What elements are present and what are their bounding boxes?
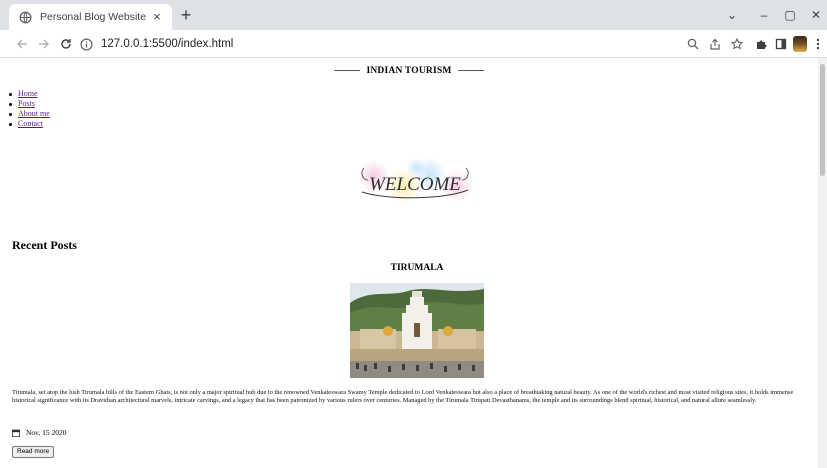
minimize-button[interactable]: – [754, 6, 774, 24]
tab-search-dropdown-icon[interactable]: ⌄ [722, 6, 742, 24]
back-button[interactable] [12, 34, 32, 54]
arrow-right-icon [39, 39, 49, 49]
read-more-button[interactable]: Read more [12, 446, 55, 458]
close-window-button[interactable]: ✕ [806, 6, 826, 24]
forward-button[interactable] [34, 34, 54, 54]
nav-link-home[interactable]: Home [18, 89, 38, 99]
arrow-left-icon [17, 39, 27, 49]
site-title: INDIAN TOURISM [366, 66, 452, 76]
browser-toolbar: 127.0.0.1:5500/index.html [0, 30, 827, 58]
kebab-menu-icon[interactable] [812, 35, 824, 53]
tirumala-temple-image [350, 283, 484, 378]
nav-link-about[interactable]: About me [18, 109, 50, 119]
main-nav: Home Posts About me Contact [14, 89, 50, 129]
nav-link-posts[interactable]: Posts [18, 99, 35, 109]
site-title-wrapper: INDIAN TOURISM [0, 66, 818, 76]
post-title: TIRUMALA [390, 263, 444, 273]
share-icon[interactable] [706, 35, 724, 53]
star-icon[interactable] [728, 35, 746, 53]
reload-button[interactable] [56, 34, 76, 54]
address-bar[interactable]: 127.0.0.1:5500/index.html [80, 33, 720, 55]
tab-close-icon[interactable]: × [150, 10, 164, 24]
nav-item-posts: Posts [14, 99, 50, 109]
profile-avatar[interactable] [793, 36, 807, 52]
title-rule-right [457, 70, 484, 72]
page-viewport: INDIAN TOURISM Home Posts About me Conta… [0, 58, 827, 468]
browser-tab[interactable]: Personal Blog Website × [9, 4, 172, 30]
title-rule-left [334, 70, 361, 72]
nav-item-home: Home [14, 89, 50, 99]
nav-item-contact: Contact [14, 119, 50, 129]
welcome-text: WELCOME [369, 174, 461, 195]
nav-link-contact[interactable]: Contact [18, 119, 43, 129]
calendar-icon [12, 428, 20, 437]
reload-icon [61, 39, 71, 49]
tab-strip: Personal Blog Website × + ⌄ – ▢ ✕ [0, 0, 827, 30]
zoom-icon[interactable] [684, 35, 702, 53]
side-panel-icon[interactable] [772, 35, 790, 53]
puzzle-icon[interactable] [752, 35, 770, 53]
tab-title: Personal Blog Website [40, 11, 147, 23]
recent-posts-heading: Recent Posts [12, 238, 77, 252]
nav-item-about: About me [14, 109, 50, 119]
welcome-banner-image: WELCOME [358, 157, 472, 204]
scrollbar-thumb[interactable] [820, 64, 825, 176]
post-date: Nov, 15 2020 [12, 428, 67, 437]
info-icon[interactable] [80, 38, 93, 51]
url-text[interactable]: 127.0.0.1:5500/index.html [101, 38, 233, 50]
globe-icon [19, 11, 32, 23]
new-tab-button[interactable]: + [176, 6, 196, 26]
maximize-button[interactable]: ▢ [780, 6, 800, 24]
post-date-text: Nov, 15 2020 [26, 428, 67, 437]
post-body-text: Tirumala, set atop the lush Tirumala hil… [12, 389, 794, 405]
